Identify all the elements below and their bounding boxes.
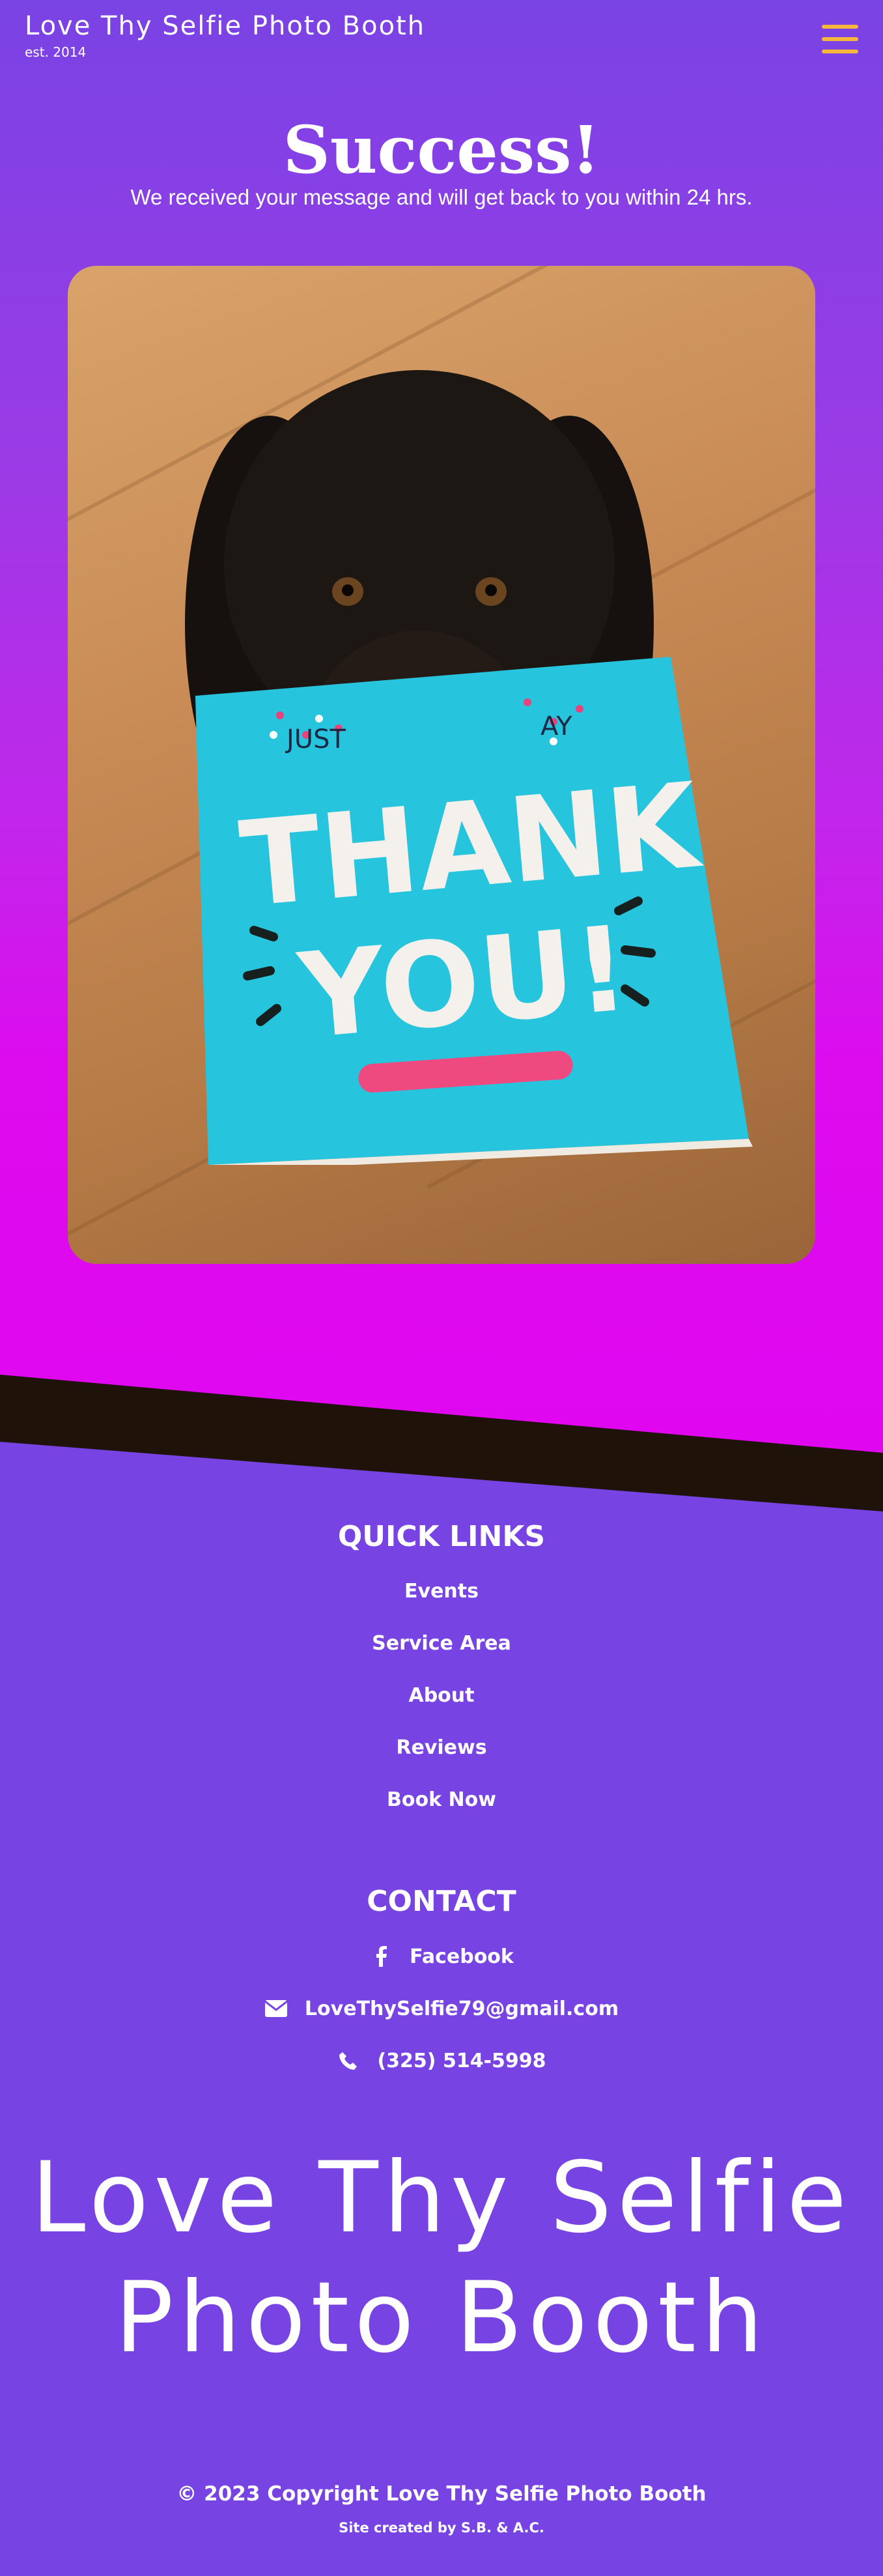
hamburger-menu-icon[interactable] (822, 25, 858, 53)
facebook-icon (369, 1945, 393, 1968)
phone-number[interactable]: (325) 514-5998 (377, 2050, 546, 2072)
quick-link-events[interactable]: Events (0, 1580, 883, 1603)
menu-bar (822, 37, 858, 41)
quick-link-book-now[interactable]: Book Now (0, 1788, 883, 1811)
contact-title: CONTACT (367, 1885, 516, 1918)
contact-phone-link[interactable]: (325) 514-5998 (0, 2049, 883, 2072)
footer-logo-line2: Photo Booth (115, 2261, 768, 2375)
page-title: Success! (283, 111, 600, 188)
card-text-you: YOU! (293, 901, 634, 1065)
card-text-end: AY (540, 711, 572, 741)
quick-link-reviews[interactable]: Reviews (0, 1736, 883, 1759)
facebook-label[interactable]: Facebook (410, 1945, 514, 1968)
brand[interactable]: Love Thy Selfie Photo Booth est. 2014 (25, 9, 425, 60)
site-credit: Site created by S.B. & A.C. (339, 2520, 544, 2536)
phone-icon (337, 2049, 360, 2072)
menu-bar (822, 50, 858, 53)
thank-you-card: JUST AY THANK YOU! (195, 657, 753, 1165)
brand-est: est. 2014 (25, 44, 87, 60)
thank-you-dog-photo: JUST AY THANK YOU! (68, 266, 815, 1264)
quick-link-about[interactable]: About (0, 1684, 883, 1707)
card-text-top: JUST (285, 724, 346, 754)
email-address[interactable]: LoveThySelfie79@gmail.com (305, 1997, 619, 2020)
contact-facebook-link[interactable]: Facebook (0, 1945, 883, 1968)
brand-name[interactable]: Love Thy Selfie Photo Booth (25, 9, 425, 43)
contact-email-link[interactable]: LoveThySelfie79@gmail.com (0, 1997, 883, 2020)
copyright-text: © 2023 Copyright Love Thy Selfie Photo B… (176, 2482, 707, 2506)
hero-section: Love Thy Selfie Photo Booth est. 2014 Su… (0, 0, 883, 1518)
quick-link-service-area[interactable]: Service Area (0, 1632, 883, 1655)
menu-bar (822, 25, 858, 29)
page-subtitle: We received your message and will get ba… (130, 185, 753, 209)
envelope-icon (264, 1997, 288, 2020)
quick-links-title: QUICK LINKS (337, 1520, 546, 1553)
footer-logo-line1: Love Thy Selfie (31, 2141, 852, 2255)
